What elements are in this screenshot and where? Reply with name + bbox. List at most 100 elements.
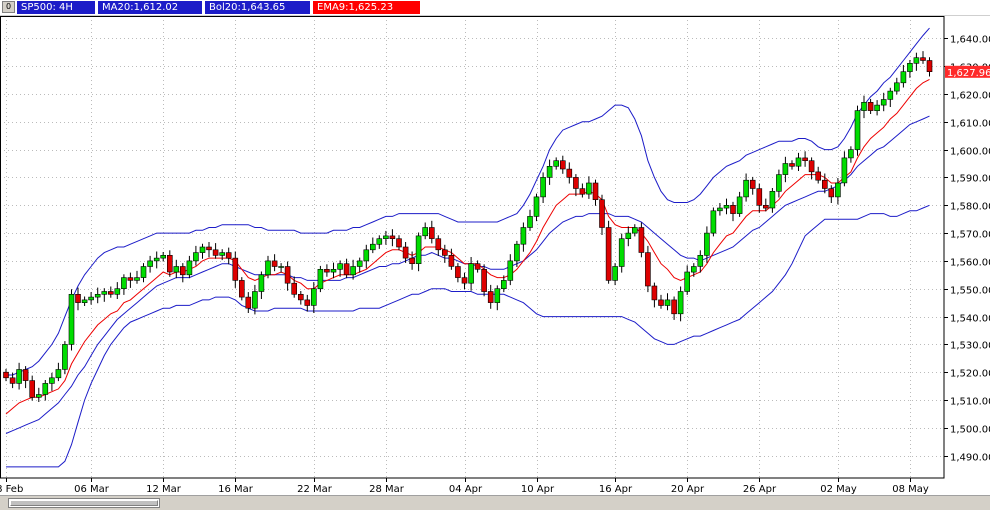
candle bbox=[789, 160, 795, 170]
x-tick-label: 08 May bbox=[892, 484, 929, 495]
candle-up-body bbox=[540, 177, 546, 198]
candle-down-body bbox=[435, 238, 442, 251]
candle bbox=[468, 257, 474, 291]
candle bbox=[487, 284, 494, 309]
candle bbox=[776, 169, 782, 198]
candle bbox=[232, 251, 239, 288]
candle bbox=[893, 77, 900, 95]
candle-down-body bbox=[304, 299, 311, 306]
candle bbox=[559, 155, 566, 174]
candle-up-body bbox=[546, 166, 553, 178]
candle-down-body bbox=[756, 188, 763, 206]
x-tick-label: 16 Mar bbox=[218, 484, 254, 495]
candle-up-body bbox=[317, 269, 324, 290]
candle-down-body bbox=[926, 60, 933, 72]
candles bbox=[3, 51, 933, 402]
candle bbox=[88, 292, 94, 305]
candle bbox=[324, 264, 330, 277]
candle-up-body bbox=[907, 62, 913, 72]
horizontal-scrollbar[interactable] bbox=[8, 498, 160, 508]
candle-up-body bbox=[743, 179, 749, 198]
x-tick-label: 20 Apr bbox=[671, 484, 705, 495]
candle-up-body bbox=[369, 243, 376, 251]
candle bbox=[638, 222, 645, 258]
candle-up-body bbox=[173, 266, 180, 273]
candle bbox=[455, 263, 461, 283]
candle bbox=[625, 226, 632, 247]
candle-up-body bbox=[900, 71, 907, 84]
candle bbox=[180, 263, 186, 283]
candle-down-body bbox=[75, 293, 81, 303]
candle-up-body bbox=[147, 260, 153, 267]
candle-down-body bbox=[232, 257, 239, 281]
scroll-thumb[interactable] bbox=[10, 500, 158, 506]
candle-up-body bbox=[880, 99, 887, 106]
grid bbox=[0, 16, 944, 478]
candle bbox=[29, 375, 36, 401]
candle-up-body bbox=[35, 394, 42, 398]
candle-up-body bbox=[121, 277, 127, 290]
y-tick-label: 1,590.00 bbox=[950, 174, 990, 185]
candle bbox=[239, 277, 245, 301]
candle-up-body bbox=[88, 296, 94, 301]
x-tick-label: 04 Apr bbox=[449, 484, 483, 495]
candle bbox=[723, 198, 730, 215]
candle bbox=[356, 257, 363, 273]
candle-up-body bbox=[664, 299, 671, 306]
candle-up-body bbox=[134, 277, 140, 281]
y-tick-label: 1,600.00 bbox=[950, 147, 990, 158]
candle bbox=[415, 232, 422, 272]
candle bbox=[173, 259, 180, 279]
legend-bol: Bol20:1,643.65 bbox=[205, 1, 310, 14]
candle-down-body bbox=[22, 369, 29, 381]
candle bbox=[808, 157, 815, 180]
candle-down-body bbox=[239, 280, 245, 298]
chart-menu-icon[interactable]: 0 bbox=[2, 1, 15, 13]
plot-frame bbox=[0, 16, 945, 479]
candle-down-body bbox=[180, 266, 186, 276]
candle-down-body bbox=[828, 188, 835, 198]
candle-up-body bbox=[42, 383, 49, 395]
candle bbox=[42, 380, 49, 401]
candle-down-body bbox=[402, 246, 409, 259]
candle-up-body bbox=[893, 82, 900, 92]
candle bbox=[317, 265, 324, 293]
candle-down-body bbox=[605, 227, 612, 281]
candle-down-body bbox=[730, 205, 736, 214]
price-chart[interactable]: 1,490.00 1,500.00 1,510.00 1,520.00 1,530.00… bbox=[0, 16, 990, 495]
legend-bar: 0 SP500: 4H MA20:1,612.02 Bol20:1,643.65… bbox=[0, 0, 990, 16]
axes: 1,490.00 1,500.00 1,510.00 1,520.00 1,530.00… bbox=[0, 16, 990, 495]
candle bbox=[867, 98, 874, 114]
candle bbox=[533, 193, 540, 222]
candle bbox=[140, 263, 147, 283]
candle-up-body bbox=[710, 210, 717, 234]
candle bbox=[926, 57, 933, 77]
candle-up-body bbox=[618, 238, 625, 267]
candle-down-body bbox=[291, 282, 298, 295]
candle-up-body bbox=[16, 369, 22, 384]
candle bbox=[304, 294, 311, 312]
candle-up-body bbox=[527, 216, 533, 228]
candle-up-body bbox=[153, 257, 160, 262]
candle-down-body bbox=[206, 246, 212, 251]
candle-down-body bbox=[481, 269, 487, 292]
candle-up-body bbox=[49, 377, 55, 384]
y-tick-label: 1,540.00 bbox=[950, 314, 990, 325]
y-tick-label: 1,490.00 bbox=[950, 453, 990, 464]
candle bbox=[121, 274, 127, 295]
candle-up-body bbox=[776, 174, 782, 192]
candle-up-body bbox=[625, 232, 632, 240]
candle-up-body bbox=[704, 232, 710, 256]
candle-down-body bbox=[167, 255, 173, 273]
candle-up-body bbox=[415, 235, 422, 264]
candle bbox=[631, 224, 638, 237]
candle-up-body bbox=[219, 252, 225, 256]
candle-down-body bbox=[749, 179, 756, 189]
candle-up-body bbox=[330, 269, 337, 273]
candle-up-body bbox=[81, 299, 88, 303]
indicator-lines bbox=[5, 27, 930, 468]
candle-up-body bbox=[337, 263, 343, 270]
candle-up-body bbox=[861, 102, 867, 111]
candle-down-body bbox=[645, 252, 651, 287]
candle-up-body bbox=[507, 260, 514, 281]
